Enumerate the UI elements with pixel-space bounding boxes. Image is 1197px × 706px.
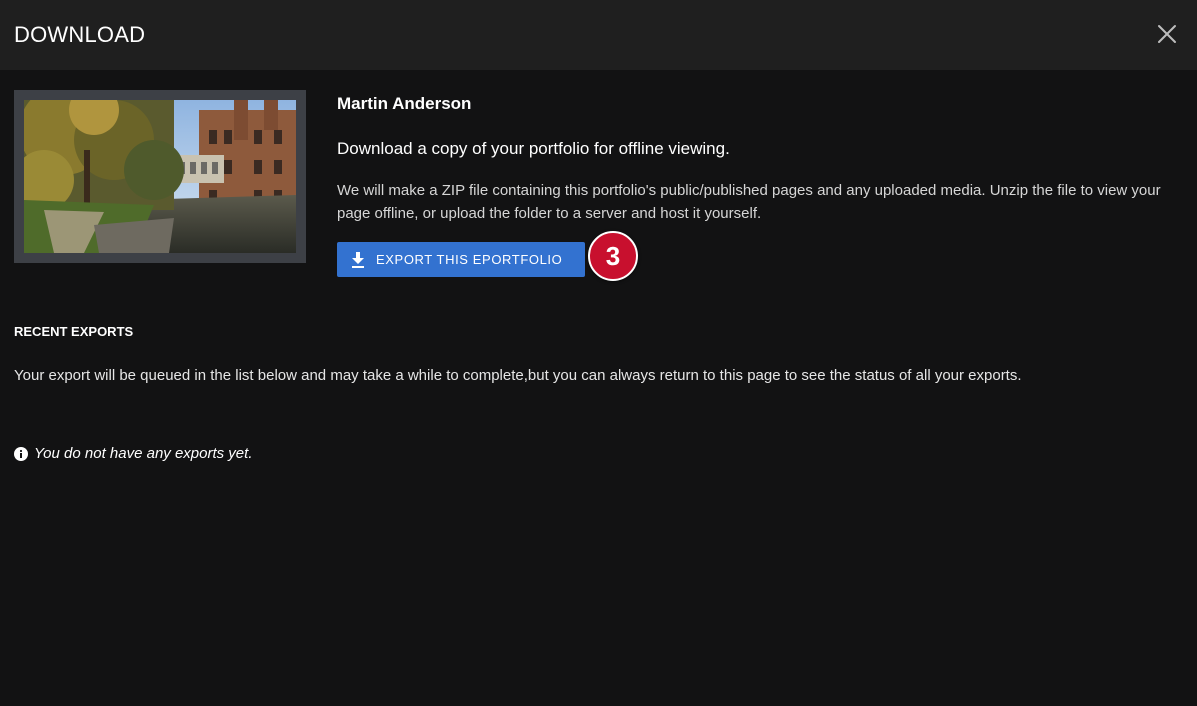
download-lead-text: Download a copy of your portfolio for of… — [337, 139, 730, 158]
close-button[interactable] — [1155, 22, 1179, 46]
portfolio-thumbnail — [14, 90, 306, 263]
step-number: 3 — [605, 241, 621, 271]
step-badge: 3 — [588, 231, 638, 281]
info-icon — [14, 447, 28, 461]
close-icon — [1158, 25, 1176, 43]
owner-name: Martin Anderson — [337, 94, 472, 113]
empty-exports-message: You do not have any exports yet. — [34, 445, 253, 462]
portfolio-thumbnail-image — [24, 100, 296, 253]
export-button-label: EXPORT THIS EPORTFOLIO — [376, 252, 563, 267]
empty-exports-notice: You do not have any exports yet. — [14, 444, 252, 464]
download-icon — [352, 251, 364, 268]
download-description: We will make a ZIP file containing this … — [337, 182, 1161, 222]
modal-title: DOWNLOAD — [14, 22, 146, 47]
download-modal: DOWNLOAD Martin Anderson Download a copy… — [0, 0, 1197, 706]
recent-exports-title: RECENT EXPORTS — [14, 324, 134, 339]
modal-header: DOWNLOAD — [0, 0, 1197, 70]
export-eportfolio-button[interactable]: EXPORT THIS EPORTFOLIO — [337, 242, 585, 277]
recent-exports-description: Your export will be queued in the list b… — [14, 367, 1022, 384]
